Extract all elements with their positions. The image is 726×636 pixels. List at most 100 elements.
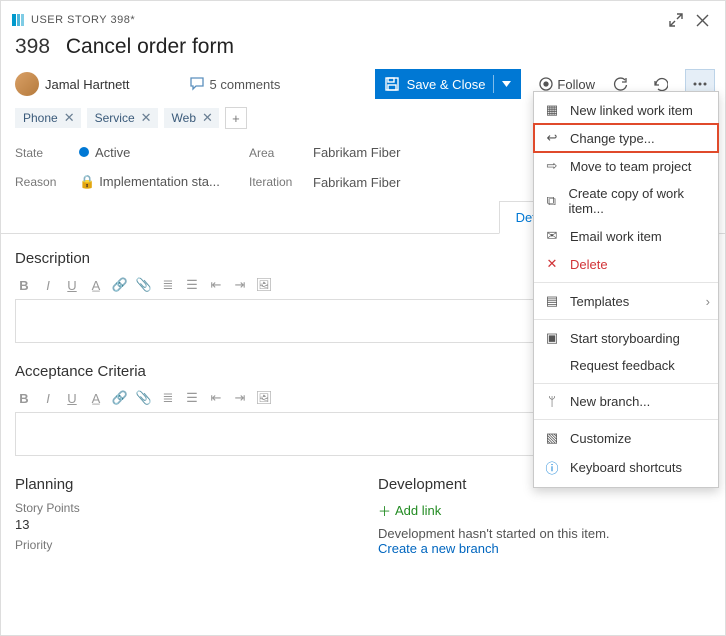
actions-menu: ▦ New linked work item ↩ Change type... …: [533, 91, 719, 488]
work-item-title[interactable]: Cancel order form: [66, 35, 234, 58]
story-points-label: Story Points: [15, 501, 348, 515]
plus-icon: ＋: [378, 501, 391, 520]
font-size-icon[interactable]: A̲: [87, 278, 105, 293]
bullet-list-icon[interactable]: ≣: [159, 277, 177, 293]
work-item-type-label: USER STORY 398*: [31, 14, 135, 26]
menu-feedback[interactable]: Request feedback: [534, 352, 718, 379]
templates-icon: ▤: [544, 293, 560, 309]
refresh-icon: [613, 77, 628, 92]
expand-icon[interactable]: [663, 7, 689, 33]
underline-icon[interactable]: U: [63, 391, 81, 406]
comments-count: 5 comments: [210, 77, 281, 92]
tag-label: Web: [172, 111, 196, 125]
window-header: USER STORY 398*: [1, 1, 725, 35]
menu-storyboard[interactable]: ▣ Start storyboarding: [534, 324, 718, 352]
italic-icon[interactable]: I: [39, 391, 57, 406]
save-button-label: Save & Close: [407, 77, 486, 92]
title-row: 398 Cancel order form: [1, 35, 725, 65]
tag-remove-icon[interactable]: ✕: [202, 110, 213, 126]
info-icon: ⓘ: [544, 458, 560, 477]
image-icon[interactable]: 🖼: [255, 390, 273, 406]
area-label: Area: [249, 146, 313, 160]
menu-templates[interactable]: ▤ Templates ›: [534, 287, 718, 315]
number-list-icon[interactable]: ☰: [183, 390, 201, 406]
customize-icon: ▧: [544, 430, 560, 446]
iteration-label: Iteration: [249, 175, 313, 189]
menu-move-project[interactable]: ⇨ Move to team project: [534, 152, 718, 180]
development-status: Development hasn't started on this item.: [378, 526, 711, 541]
bold-icon[interactable]: B: [15, 278, 33, 293]
outdent-icon[interactable]: ⇤: [207, 277, 225, 293]
save-icon: [385, 77, 399, 91]
menu-separator: [534, 282, 718, 283]
menu-customize[interactable]: ▧ Customize: [534, 424, 718, 452]
assignee-field[interactable]: Jamal Hartnett: [15, 72, 130, 96]
menu-shortcuts[interactable]: ⓘ Keyboard shortcuts: [534, 452, 718, 483]
branch-icon: ᛘ: [544, 394, 560, 409]
create-branch-link[interactable]: Create a new branch: [378, 541, 711, 556]
indent-icon[interactable]: ⇥: [231, 277, 249, 293]
reason-field[interactable]: 🔒Implementation sta...: [79, 174, 249, 190]
save-close-button[interactable]: Save & Close: [375, 69, 522, 99]
move-icon: ⇨: [544, 158, 560, 174]
email-icon: ✉: [544, 228, 560, 244]
planning-section: Planning Story Points 13 Priority: [15, 470, 348, 556]
priority-label: Priority: [15, 538, 348, 552]
tag-item[interactable]: Phone ✕: [15, 108, 81, 128]
lock-icon: 🔒: [79, 174, 95, 189]
image-icon[interactable]: 🖼: [255, 277, 273, 293]
add-tag-button[interactable]: +: [225, 107, 247, 129]
follow-button[interactable]: Follow: [539, 77, 595, 92]
tag-label: Phone: [23, 111, 58, 125]
indent-icon[interactable]: ⇥: [231, 390, 249, 406]
user-story-icon: [11, 13, 25, 27]
tag-label: Service: [95, 111, 135, 125]
menu-email[interactable]: ✉ Email work item: [534, 222, 718, 250]
follow-icon: [539, 77, 553, 91]
italic-icon[interactable]: I: [39, 278, 57, 293]
comments-button[interactable]: 5 comments: [190, 77, 281, 92]
link-icon[interactable]: 🔗: [111, 277, 129, 293]
story-points-value[interactable]: 13: [15, 517, 348, 532]
tag-remove-icon[interactable]: ✕: [141, 110, 152, 126]
font-size-icon[interactable]: A̲: [87, 391, 105, 406]
state-field[interactable]: Active: [79, 145, 249, 160]
assignee-name: Jamal Hartnett: [45, 77, 130, 92]
save-dropdown-icon: [502, 81, 511, 87]
add-link-label: Add link: [395, 503, 441, 518]
menu-separator: [534, 319, 718, 320]
reason-label: Reason: [15, 175, 79, 189]
outdent-icon[interactable]: ⇤: [207, 390, 225, 406]
work-item-id: 398: [15, 35, 50, 58]
state-dot-icon: [79, 147, 89, 157]
state-label: State: [15, 146, 79, 160]
attachment-icon[interactable]: 📎: [135, 390, 153, 406]
tag-remove-icon[interactable]: ✕: [64, 110, 75, 126]
attachment-icon[interactable]: 📎: [135, 277, 153, 293]
tag-item[interactable]: Web ✕: [164, 108, 219, 128]
number-list-icon[interactable]: ☰: [183, 277, 201, 293]
menu-change-type[interactable]: ↩ Change type...: [534, 124, 718, 152]
underline-icon[interactable]: U: [63, 278, 81, 293]
add-link-button[interactable]: ＋ Add link: [378, 501, 711, 520]
new-linked-icon: ▦: [544, 102, 560, 118]
menu-new-branch[interactable]: ᛘ New branch...: [534, 388, 718, 415]
comment-icon: [190, 77, 205, 91]
chevron-right-icon: ›: [706, 294, 710, 309]
ellipsis-icon: [693, 82, 707, 86]
bold-icon[interactable]: B: [15, 391, 33, 406]
copy-icon: ⧉: [544, 193, 558, 209]
menu-new-linked-item[interactable]: ▦ New linked work item: [534, 96, 718, 124]
tag-item[interactable]: Service ✕: [87, 108, 158, 128]
follow-label: Follow: [557, 77, 595, 92]
bullet-list-icon[interactable]: ≣: [159, 390, 177, 406]
close-icon[interactable]: [689, 7, 715, 33]
menu-create-copy[interactable]: ⧉ Create copy of work item...: [534, 180, 718, 222]
delete-icon: ✕: [544, 256, 560, 272]
planning-heading: Planning: [15, 476, 348, 493]
storyboard-icon: ▣: [544, 330, 560, 346]
change-type-icon: ↩: [544, 130, 560, 146]
menu-delete[interactable]: ✕ Delete: [534, 250, 718, 278]
menu-separator: [534, 419, 718, 420]
link-icon[interactable]: 🔗: [111, 390, 129, 406]
